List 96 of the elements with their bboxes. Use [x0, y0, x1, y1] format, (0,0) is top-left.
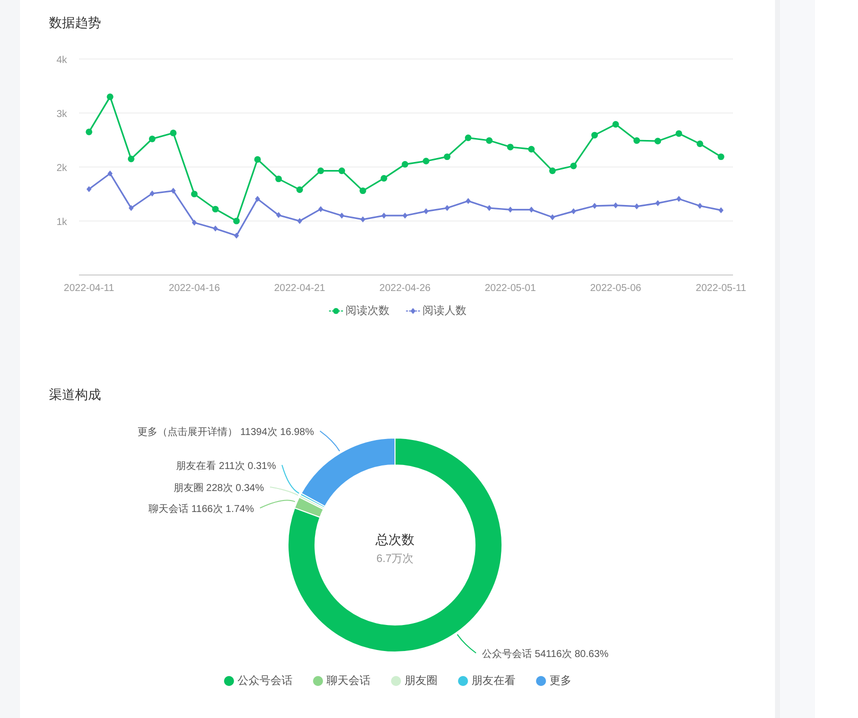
data-point	[444, 153, 450, 160]
axis-label: 3k	[56, 109, 67, 120]
data-point	[234, 232, 239, 239]
data-point	[655, 200, 660, 206]
data-point	[549, 167, 556, 174]
data-point	[338, 167, 346, 174]
data-point	[192, 220, 197, 226]
data-point	[233, 218, 240, 224]
data-point	[634, 203, 640, 210]
leader-line	[260, 500, 296, 508]
axis-label: 1k	[56, 217, 67, 228]
data-point	[444, 205, 450, 212]
data-point	[150, 190, 155, 196]
axis-label: 2022-04-26	[379, 283, 431, 294]
data-point	[612, 121, 619, 128]
data-point	[191, 190, 198, 198]
data-point	[696, 140, 704, 148]
data-point	[424, 208, 429, 214]
data-point	[360, 187, 366, 194]
data-point	[591, 132, 598, 138]
data-point	[106, 94, 114, 100]
section-title: 数据趋势	[49, 14, 102, 32]
legend-dot-icon	[328, 307, 342, 315]
data-point	[633, 137, 640, 144]
data-point	[381, 212, 386, 219]
axis-label: 2022-05-01	[484, 283, 536, 294]
data-point	[275, 176, 282, 182]
legend-label[interactable]: 朋友在看	[472, 672, 516, 690]
data-point	[148, 136, 156, 142]
data-point	[550, 214, 555, 220]
data-point	[170, 188, 176, 194]
legend-label[interactable]: 聊天会话	[326, 672, 370, 690]
data-point	[86, 186, 92, 192]
data-point	[508, 206, 513, 213]
data-point	[254, 156, 261, 163]
data-point	[402, 212, 408, 219]
data-point	[402, 161, 408, 168]
data-point	[86, 128, 92, 136]
legend-diamond-icon	[406, 307, 420, 315]
data-point	[571, 208, 576, 214]
data-point	[697, 202, 702, 209]
legend-label[interactable]: 阅读次数	[346, 302, 390, 320]
data-point	[718, 207, 724, 214]
data-point	[318, 206, 324, 212]
data-point	[170, 130, 177, 136]
data-point	[339, 212, 344, 219]
data-point	[380, 175, 388, 182]
section-title: 渠道构成	[49, 386, 102, 404]
leader-line	[456, 634, 476, 654]
data-point	[676, 196, 682, 202]
axis-label: 2022-04-16	[168, 283, 220, 294]
data-point	[528, 206, 534, 213]
legend-label[interactable]: 公众号会话	[238, 672, 292, 690]
donut-slice[interactable]	[300, 438, 396, 507]
legend-label[interactable]: 更多	[550, 672, 572, 690]
center-title: 总次数	[376, 532, 414, 547]
donut-slice[interactable]	[294, 496, 324, 518]
data-point	[360, 216, 366, 222]
axis-label: 2022-04-21	[274, 283, 326, 294]
data-point	[317, 167, 324, 174]
data-point	[464, 134, 472, 142]
leader-line	[320, 430, 340, 452]
axis-label: 2022-04-11	[64, 283, 114, 294]
data-point	[422, 158, 430, 164]
axis-label: 4k	[56, 55, 67, 66]
axis-label: 2022-05-11	[696, 283, 746, 294]
data-point	[528, 146, 535, 152]
data-point	[276, 212, 282, 218]
data-point	[297, 218, 302, 224]
data-point	[108, 170, 113, 176]
data-point	[654, 138, 662, 144]
data-label: 朋友在看 211次 0.31%	[176, 461, 276, 472]
data-point	[676, 130, 682, 137]
data-point	[570, 162, 577, 170]
data-point	[507, 144, 514, 150]
axis-label: 2022-05-06	[590, 283, 642, 294]
data-point	[255, 196, 260, 202]
axis-label: 2k	[56, 163, 67, 174]
data-point	[128, 156, 134, 162]
data-label: 聊天会话 1166次 1.74%	[148, 504, 254, 515]
data-point	[212, 226, 218, 232]
center-value: 6.7万次	[376, 553, 414, 565]
legend-label[interactable]: 朋友圈	[404, 672, 438, 690]
data-label: 朋友圈 228次 0.34%	[173, 483, 264, 494]
data-label: 公众号会话 54116次 80.63%	[482, 649, 609, 660]
data-point	[613, 202, 618, 208]
data-point	[128, 205, 134, 212]
data-point	[296, 186, 303, 193]
data-point	[486, 205, 492, 212]
data-point	[718, 153, 724, 160]
data-label: 更多（点击展开详情） 11394次 16.98%	[137, 427, 314, 438]
data-point	[592, 202, 598, 209]
legend-label[interactable]: 阅读人数	[422, 302, 466, 320]
data-point	[466, 198, 471, 204]
data-point	[212, 206, 219, 212]
data-point	[486, 137, 493, 144]
